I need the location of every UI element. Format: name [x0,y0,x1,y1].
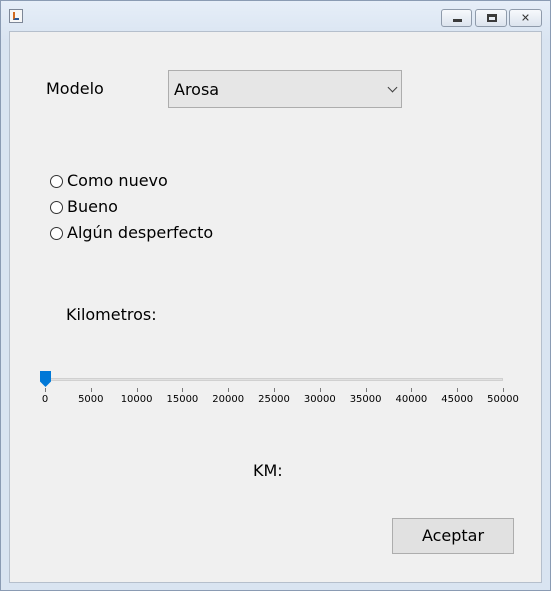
slider-tick-label: 40000 [395,394,428,405]
slider-tick-label: 50000 [487,394,519,405]
slider-tick-label: 30000 [303,394,336,405]
app-window: ✕ Modelo Arosa Como nuevo Bueno Algún de… [0,0,551,591]
slider-tick [457,388,459,392]
radio-label: Algún desperfecto [67,223,214,242]
close-icon: ✕ [520,11,531,25]
slider-tick [228,388,230,392]
modelo-label: Modelo [46,79,104,98]
maximize-button[interactable] [475,9,507,27]
java-app-icon [9,9,23,23]
kilometros-label: Kilometros: [66,305,157,324]
slider-tick [365,388,367,392]
close-button[interactable]: ✕ [509,9,542,27]
radio-circle-icon [50,227,63,240]
chevron-down-icon [387,82,398,93]
radio-circle-icon [50,175,63,188]
minimize-icon [452,19,462,22]
km-label: KM: [253,461,283,480]
slider-tick-label: 20000 [212,394,245,405]
title-bar[interactable]: ✕ [1,1,550,31]
slider-track [45,378,503,381]
slider-tick [182,388,184,392]
slider-tick [136,388,138,392]
slider-tick [503,388,504,392]
aceptar-button[interactable]: Aceptar [392,518,514,554]
slider-tick [90,388,92,392]
slider-tick [274,388,275,392]
maximize-icon [487,14,497,22]
slider-tick-label: 5000 [78,394,104,405]
slider-tick [319,388,321,392]
radio-label: Como nuevo [67,171,168,190]
minimize-button[interactable] [441,9,472,27]
radio-label: Bueno [67,197,118,216]
modelo-select[interactable]: Arosa [168,70,402,108]
modelo-selected-value: Arosa [174,80,220,99]
slider-tick-label: 10000 [120,394,153,405]
slider-tick-label: 0 [41,394,49,405]
radio-circle-icon [50,201,63,214]
slider-thumb[interactable] [40,371,51,387]
slider-tick-label: 15000 [166,394,199,405]
slider-tick-label: 45000 [441,394,474,405]
slider-tick [45,388,46,392]
form-panel: Modelo Arosa Como nuevo Bueno Algún desp… [9,31,542,583]
slider-tick-label: 35000 [349,394,382,405]
slider-tick [411,388,413,392]
slider-tick-label: 25000 [258,394,290,405]
kilometros-slider[interactable]: 0 5000 10000 15000 20000 25000 30000 35000 40000… [35,368,519,418]
